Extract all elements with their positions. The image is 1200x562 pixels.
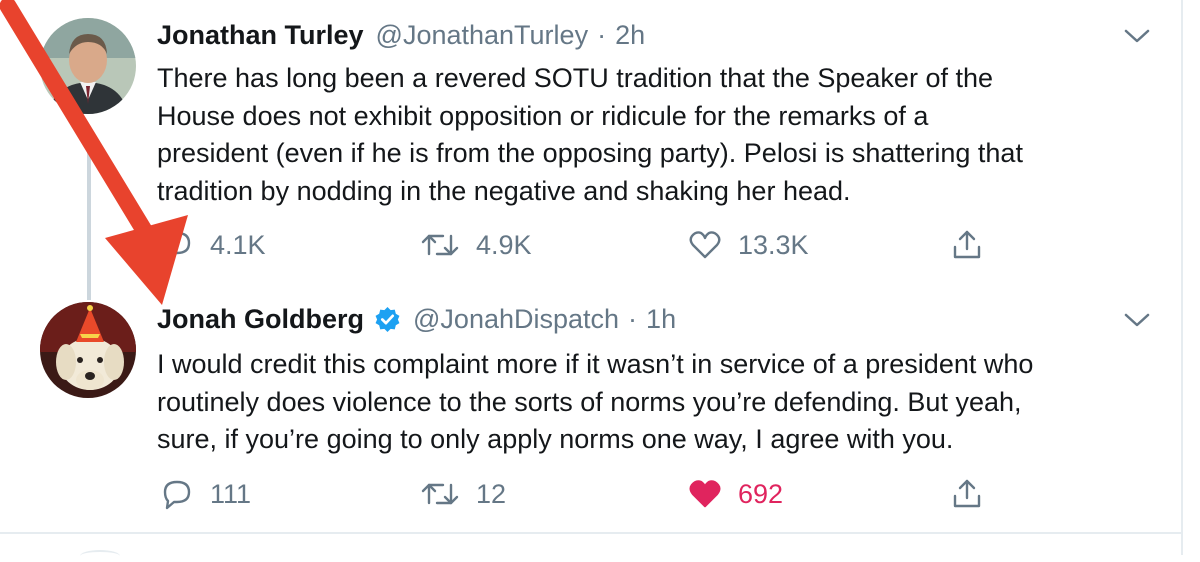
red-arrow-annotation-icon <box>0 0 188 305</box>
